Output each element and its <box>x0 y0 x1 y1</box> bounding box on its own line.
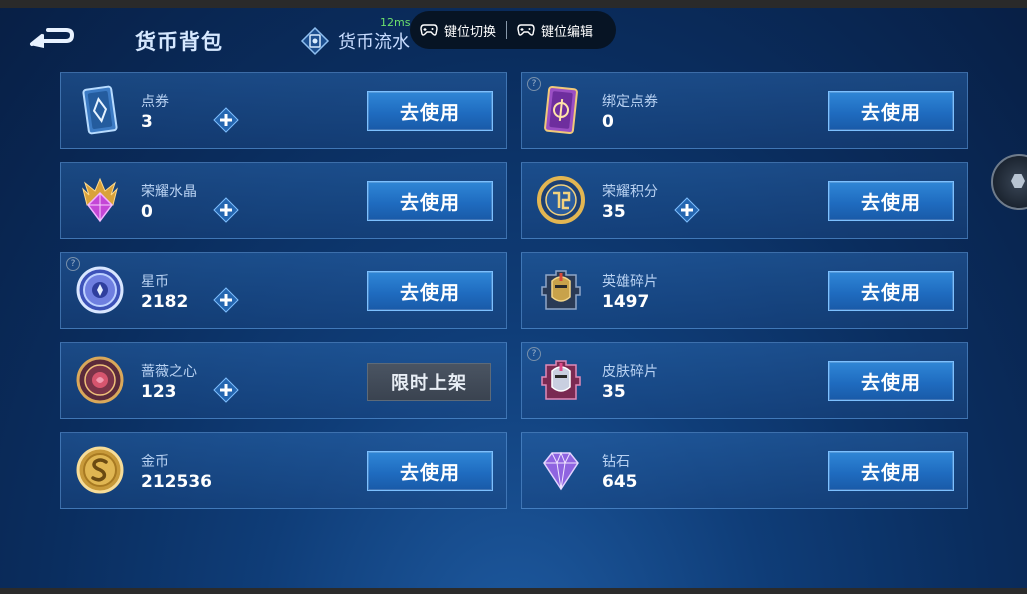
use-skin-shard-button[interactable]: 去使用 <box>828 361 954 401</box>
plus-icon <box>213 287 239 313</box>
currency-card-skin-shard: ? 皮肤碎片 35 去使用 <box>521 342 968 419</box>
currency-name: 点券 <box>141 94 169 110</box>
add-star-coin-button[interactable] <box>213 287 239 313</box>
currency-name: 蔷薇之心 <box>141 364 197 380</box>
add-honor-crystal-button[interactable] <box>213 197 239 223</box>
currency-name: 荣耀积分 <box>602 184 658 200</box>
currency-amount: 35 <box>602 202 626 222</box>
currency-amount: 3 <box>141 112 153 132</box>
key-switch-button[interactable]: 键位切换 <box>410 11 506 49</box>
currency-name: 荣耀水晶 <box>141 184 197 200</box>
currency-card-honor-points: 荣耀积分 35 去使用 <box>521 162 968 239</box>
plus-icon <box>674 197 700 223</box>
currency-card-star-coin: ? 星币 2182 去使用 <box>60 252 507 329</box>
currency-name: 钻石 <box>602 454 630 470</box>
currency-amount: 212536 <box>141 472 212 492</box>
currency-amount: 0 <box>141 202 153 222</box>
tab-currency-flow-label: 货币流水 <box>338 32 410 53</box>
add-rose-heart-button[interactable] <box>213 377 239 403</box>
add-honor-points-button[interactable] <box>674 197 700 223</box>
overlay-toolbar: 键位切换 键位编辑 <box>410 11 616 49</box>
currency-card-gold: 金币 212536 去使用 <box>60 432 507 509</box>
back-button[interactable] <box>26 24 78 54</box>
currency-name: 英雄碎片 <box>602 274 658 290</box>
bound-voucher-card-icon <box>536 85 586 135</box>
plus-icon <box>213 377 239 403</box>
use-voucher-button[interactable]: 去使用 <box>367 91 493 131</box>
currency-flow-icon <box>300 26 330 56</box>
key-switch-label: 键位切换 <box>444 24 497 40</box>
hero-shard-icon <box>536 265 586 315</box>
currency-card-rose-heart: 蔷薇之心 123 限时上架 <box>60 342 507 419</box>
diamond-icon <box>536 445 586 495</box>
key-edit-label: 键位编辑 <box>541 24 594 40</box>
plus-icon <box>213 107 239 133</box>
limited-time-button: 限时上架 <box>367 363 491 401</box>
skin-shard-icon <box>536 355 586 405</box>
use-gold-button[interactable]: 去使用 <box>367 451 493 491</box>
add-voucher-button[interactable] <box>213 107 239 133</box>
gamepad-icon <box>517 24 535 36</box>
currency-amount: 0 <box>602 112 614 132</box>
plus-icon <box>213 197 239 223</box>
rose-heart-icon <box>75 355 125 405</box>
currency-amount: 645 <box>602 472 638 492</box>
currency-amount: 1497 <box>602 292 650 312</box>
currency-name: 皮肤碎片 <box>602 364 658 380</box>
use-diamond-button[interactable]: 去使用 <box>828 451 954 491</box>
currency-name: 金币 <box>141 454 169 470</box>
back-arrow-icon <box>30 28 74 48</box>
currency-card-diamond: 钻石 645 去使用 <box>521 432 968 509</box>
currency-card-voucher: 点券 3 去使用 <box>60 72 507 149</box>
use-honor-points-button[interactable]: 去使用 <box>828 181 954 221</box>
voucher-card-icon <box>75 85 125 135</box>
honor-points-icon <box>536 175 586 225</box>
use-bound-voucher-button[interactable]: 去使用 <box>828 91 954 131</box>
ping-readout: 12ms <box>380 16 411 29</box>
page-title: 货币背包 <box>135 30 223 54</box>
currency-name: 绑定点券 <box>602 94 658 110</box>
currency-card-honor-crystal: 荣耀水晶 0 去使用 <box>60 162 507 239</box>
currency-amount: 123 <box>141 382 177 402</box>
currency-card-hero-shard: 英雄碎片 1497 去使用 <box>521 252 968 329</box>
currency-amount: 35 <box>602 382 626 402</box>
window-bottom-strip <box>0 588 1027 594</box>
currency-card-bound-voucher: ? 绑定点券 0 去使用 <box>521 72 968 149</box>
side-float-button[interactable] <box>991 154 1027 210</box>
tab-currency-flow[interactable]: 货币流水 <box>300 26 410 56</box>
gold-coin-icon <box>75 445 125 495</box>
use-hero-shard-button[interactable]: 去使用 <box>828 271 954 311</box>
currency-name: 星币 <box>141 274 169 290</box>
gamepad-icon <box>420 24 438 36</box>
use-honor-crystal-button[interactable]: 去使用 <box>367 181 493 221</box>
key-edit-button[interactable]: 键位编辑 <box>507 11 603 49</box>
star-coin-icon <box>75 265 125 315</box>
hexagon-icon <box>1011 174 1025 188</box>
currency-amount: 2182 <box>141 292 189 312</box>
window-top-strip <box>0 0 1027 8</box>
honor-crystal-icon <box>75 175 125 225</box>
use-star-coin-button[interactable]: 去使用 <box>367 271 493 311</box>
